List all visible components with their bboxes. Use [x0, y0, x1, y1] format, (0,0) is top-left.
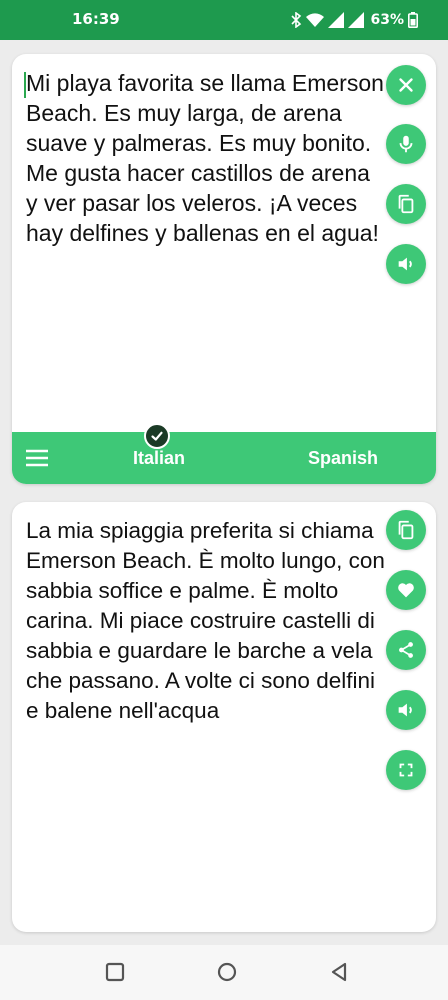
wifi-icon — [306, 13, 325, 27]
signal-icon — [348, 12, 365, 28]
favorite-button[interactable] — [386, 570, 426, 610]
microphone-icon — [399, 135, 413, 153]
copy-source-button[interactable] — [386, 184, 426, 224]
copy-translation-button[interactable] — [386, 510, 426, 550]
microphone-button[interactable] — [386, 124, 426, 164]
battery-percent: 63% — [370, 12, 404, 28]
system-navigation-bar — [0, 945, 448, 1000]
recent-apps-icon[interactable] — [104, 961, 126, 983]
status-icons: 63% — [290, 9, 418, 31]
target-language-selector[interactable]: Spanish — [288, 448, 398, 469]
source-language-selector[interactable]: Italian — [104, 448, 214, 469]
source-panel: Mi playa favorita se llama Emerson Beach… — [12, 54, 436, 484]
share-icon — [399, 642, 413, 658]
heart-icon — [398, 583, 414, 598]
speak-source-button[interactable] — [386, 244, 426, 284]
checkmark-icon — [151, 431, 163, 441]
speak-translation-button[interactable] — [386, 690, 426, 730]
copy-icon — [398, 520, 414, 540]
translation-panel: La mia spiaggia preferita si chiama Emer… — [12, 502, 436, 932]
share-button[interactable] — [386, 630, 426, 670]
menu-icon[interactable] — [24, 446, 50, 470]
signal-icon — [328, 12, 345, 28]
back-icon[interactable] — [328, 961, 350, 983]
speaker-icon — [398, 257, 412, 271]
selected-language-badge — [144, 423, 170, 449]
status-time: 16:39 — [72, 10, 120, 28]
speaker-icon — [398, 703, 412, 717]
translation-text: La mia spiaggia preferita si chiama Emer… — [26, 518, 385, 723]
clear-button[interactable] — [386, 65, 426, 105]
fullscreen-icon — [399, 763, 413, 777]
fullscreen-button[interactable] — [386, 750, 426, 790]
bluetooth-icon — [291, 12, 302, 28]
source-text-input[interactable]: Mi playa favorita se llama Emerson Beach… — [26, 68, 386, 248]
battery-icon — [408, 12, 418, 28]
status-bar: 16:39 63% — [0, 0, 448, 40]
copy-icon — [398, 194, 414, 214]
home-icon[interactable] — [216, 961, 238, 983]
language-bar: Italian Spanish — [12, 432, 436, 484]
clear-icon — [399, 78, 413, 92]
